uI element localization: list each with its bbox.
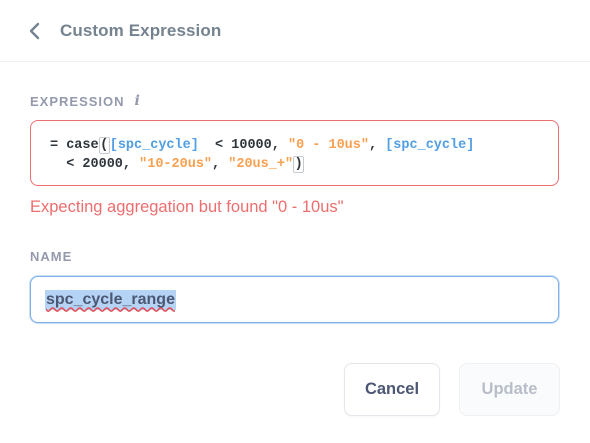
custom-expression-popover: Custom Expression EXPRESSION i = case([s…	[0, 0, 590, 443]
cancel-button[interactable]: Cancel	[344, 363, 440, 416]
expression-line-2: < 20000, "10-20us", "20us_+")	[50, 155, 546, 174]
expression-label-row: EXPRESSION i	[30, 93, 141, 109]
expression-label: EXPRESSION	[30, 93, 125, 109]
expression-field-token: [spc_cycle]	[385, 138, 475, 153]
info-icon[interactable]: i	[135, 93, 141, 109]
back-button[interactable]: Custom Expression	[28, 17, 221, 45]
expression-string-token: "20us_+"	[228, 157, 294, 172]
name-input[interactable]: spc_cycle_range	[30, 276, 559, 323]
name-label: NAME	[30, 249, 73, 264]
popover-header: Custom Expression	[0, 0, 590, 62]
header-title: Custom Expression	[60, 21, 222, 40]
expression-operator-token: < 10000,	[198, 138, 288, 153]
expression-open-paren: (	[98, 137, 110, 154]
expression-line-1: = case([spc_cycle] < 10000, "0 - 10us", …	[50, 136, 546, 155]
expression-indent	[50, 157, 66, 172]
expression-editor[interactable]: = case([spc_cycle] < 10000, "0 - 10us", …	[30, 120, 559, 186]
expression-comma-token: ,	[212, 157, 229, 172]
expression-close-paren: )	[293, 156, 305, 173]
expression-string-token: "10-20us"	[139, 157, 213, 172]
expression-token-prefix: = case	[50, 138, 99, 153]
expression-string-token: "0 - 10us"	[287, 138, 369, 153]
expression-comma-token: ,	[368, 138, 386, 153]
chevron-left-icon	[28, 22, 42, 40]
expression-operator-token: < 20000,	[66, 157, 140, 172]
name-input-value: spc_cycle_range	[45, 289, 176, 310]
expression-field-token: [spc_cycle]	[109, 138, 199, 153]
expression-error-message: Expecting aggregation but found "0 - 10u…	[30, 198, 344, 216]
update-button[interactable]: Update	[459, 363, 560, 416]
